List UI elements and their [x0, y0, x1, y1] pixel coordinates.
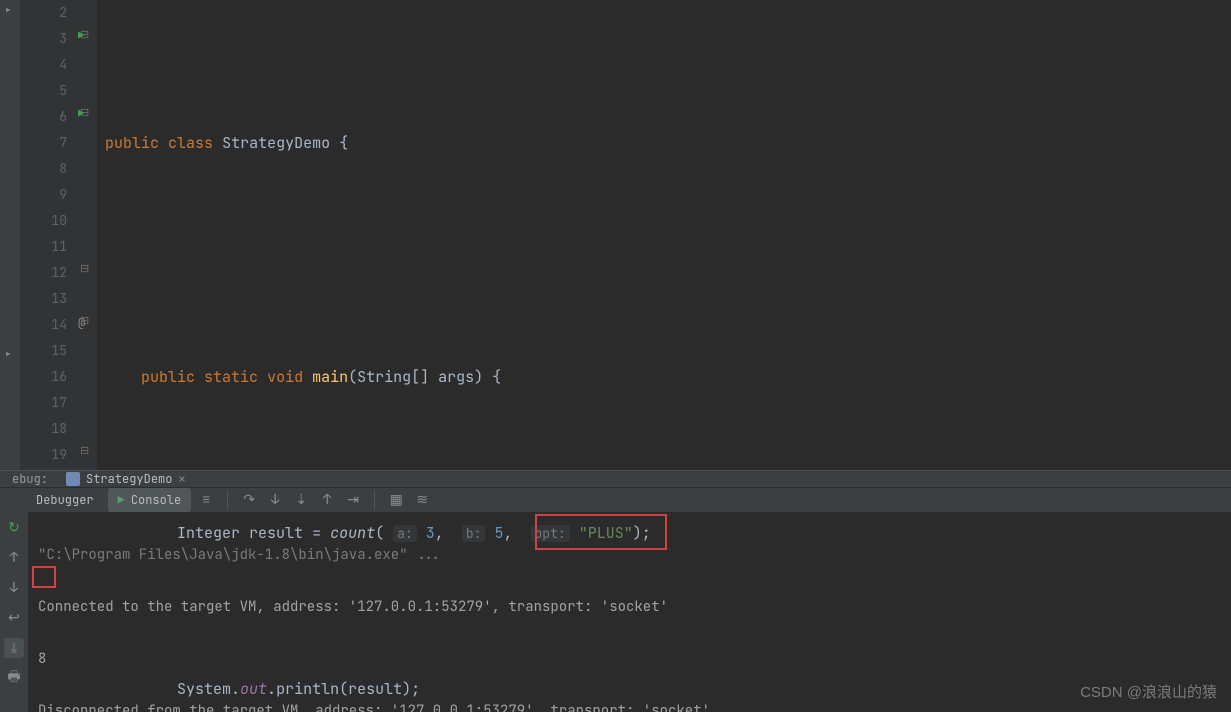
line-number[interactable]: 4 — [20, 52, 67, 78]
console-line: Connected to the target VM, address: '12… — [38, 594, 1227, 620]
fold-end-icon[interactable]: ⊟ — [80, 262, 89, 276]
fold-minus-icon[interactable]: ⊟ — [80, 106, 89, 120]
line-number[interactable]: 5 — [20, 78, 67, 104]
down-icon[interactable]: ↓ — [4, 578, 24, 598]
debug-side-toolbar: ↻ ↑ ↓ ↩ ⤓ 🖶 — [0, 512, 28, 712]
line-number[interactable]: 9 — [20, 182, 67, 208]
fold-minus-icon[interactable]: ⊟ — [80, 314, 89, 328]
tab-debugger[interactable]: Debugger — [26, 488, 104, 512]
fold-end-icon[interactable]: ⊟ — [80, 444, 89, 458]
expand-icon[interactable]: ▸ — [4, 2, 16, 14]
print-icon[interactable]: 🖶 — [4, 668, 24, 688]
expand-icon[interactable]: ▸ — [4, 346, 16, 358]
line-number[interactable]: 17 — [20, 390, 67, 416]
line-number[interactable]: 19 — [20, 442, 67, 468]
line-number[interactable]: 16 — [20, 364, 67, 390]
up-icon[interactable]: ↑ — [4, 548, 24, 568]
app-config-icon — [66, 472, 80, 486]
vertical-scrollbar[interactable] — [1221, 0, 1231, 470]
fold-minus-icon[interactable]: ⊟ — [80, 28, 89, 42]
annotation-box — [32, 566, 56, 588]
console-line: "C:\Program Files\Java\jdk-1.8\bin\java.… — [38, 542, 1227, 568]
line-number[interactable]: 3 — [20, 26, 67, 52]
line-number[interactable]: 7 — [20, 130, 67, 156]
code-editor[interactable]: ▸ ▸ 2 3 4 5 6 7 8 9 10 11 12 13 14 15 16… — [0, 0, 1231, 470]
gutter-icons: ▶ ⊟ ▶ ⊟ ⊟ @ ⊟ ⊟ — [75, 0, 97, 470]
line-number[interactable]: 11 — [20, 234, 67, 260]
soft-wrap-icon[interactable]: ↩ — [4, 608, 24, 628]
console-line: Disconnected from the target VM, address… — [38, 698, 1227, 712]
code-area[interactable]: public class StrategyDemo { public stati… — [97, 0, 1231, 470]
scroll-to-end-icon[interactable]: ⤓ — [4, 638, 24, 658]
console-line: 8 — [38, 646, 1227, 672]
line-number[interactable]: 14 — [20, 312, 67, 338]
line-number[interactable]: 2 — [20, 0, 67, 26]
line-number[interactable]: 12 — [20, 260, 67, 286]
line-number[interactable]: 10 — [20, 208, 67, 234]
line-number-gutter[interactable]: 2 3 4 5 6 7 8 9 10 11 12 13 14 15 16 17 … — [20, 0, 75, 470]
line-number[interactable]: 15 — [20, 338, 67, 364]
debug-label: ebug: — [4, 471, 56, 487]
line-number[interactable]: 18 — [20, 416, 67, 442]
line-number[interactable]: 13 — [20, 286, 67, 312]
line-number[interactable]: 8 — [20, 156, 67, 182]
line-number[interactable]: 6 — [20, 104, 67, 130]
rerun-icon[interactable]: ↻ — [4, 518, 24, 538]
tool-window-strip[interactable]: ▸ ▸ — [0, 0, 20, 470]
console-output[interactable]: "C:\Program Files\Java\jdk-1.8\bin\java.… — [28, 512, 1231, 712]
